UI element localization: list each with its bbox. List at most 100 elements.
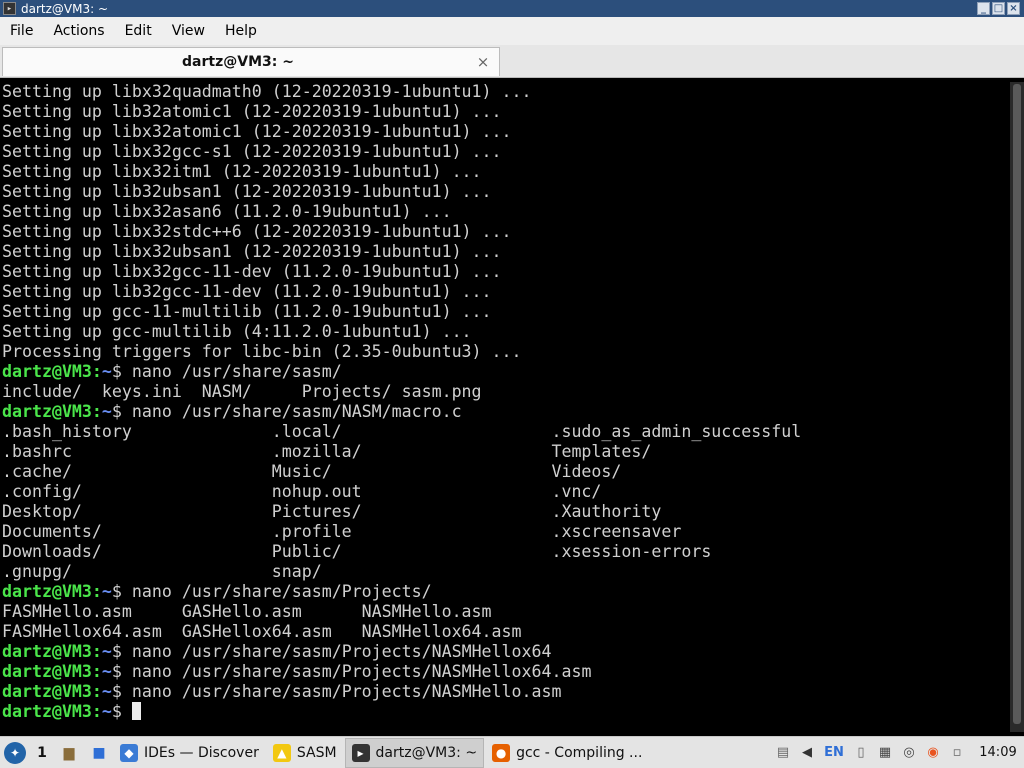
output-text: Documents/ .profile .xscreensaver: [2, 522, 682, 541]
terminal-output-line: Setting up libx32stdc++6 (12-20220319-1u…: [2, 222, 1010, 242]
output-text: FASMHello.asm GASHello.asm NASMHello.asm: [2, 602, 492, 621]
prompt-path: ~: [101, 402, 112, 421]
menu-edit[interactable]: Edit: [115, 23, 162, 39]
output-text: Setting up libx32atomic1 (12-20220319-1u…: [2, 122, 512, 141]
command-text: $ nano /usr/share/sasm/Projects/: [111, 582, 432, 601]
output-text: .config/ nohup.out .vnc/: [2, 482, 602, 501]
terminal-app-icon: ▸: [3, 2, 16, 15]
update-icon[interactable]: ◎: [900, 744, 918, 762]
output-text: .bash_history .local/ .sudo_as_admin_suc…: [2, 422, 802, 441]
output-text: include/ keys.ini NASM/ Projects/ sasm.p…: [2, 382, 482, 401]
task-sasm[interactable]: ▲ SASM: [267, 739, 343, 767]
terminal-output-line: .bashrc .mozilla/ Templates/: [2, 442, 1010, 462]
terminal-output-line: Setting up libx32ubsan1 (12-20220319-1ub…: [2, 242, 1010, 262]
terminal-icon: ▸: [351, 743, 370, 762]
show-desktop-icon[interactable]: ■: [88, 742, 110, 764]
output-text: .cache/ Music/ Videos/: [2, 462, 622, 481]
terminal-output-line: Documents/ .profile .xscreensaver: [2, 522, 1010, 542]
terminal-output-line: Setting up lib32ubsan1 (12-20220319-1ubu…: [2, 182, 1010, 202]
terminal-output-line: .gnupg/ snap/: [2, 562, 1010, 582]
menubar: File Actions Edit View Help: [0, 17, 1024, 45]
close-button[interactable]: ×: [1007, 2, 1020, 15]
terminal-prompt-line: dartz@VM3:~$ nano /usr/share/sasm/Projec…: [2, 682, 562, 701]
language-indicator[interactable]: EN: [822, 744, 846, 762]
terminal-output-line: Setting up libx32quadmath0 (12-20220319-…: [2, 82, 1010, 102]
tab-terminal[interactable]: dartz@VM3: ~ ×: [2, 47, 500, 76]
terminal-output-line: Desktop/ Pictures/ .Xauthority: [2, 502, 1010, 522]
prompt-user-host: dartz@VM3: [2, 682, 92, 701]
terminal-output-line: include/ keys.ini NASM/ Projects/ sasm.p…: [2, 382, 1010, 402]
command-text: $ nano /usr/share/sasm/Projects/NASMHell…: [111, 662, 592, 681]
output-text: Setting up lib32atomic1 (12-20220319-1ub…: [2, 102, 502, 121]
output-text: Processing triggers for libc-bin (2.35-0…: [2, 342, 522, 361]
terminal-output-line: .cache/ Music/ Videos/: [2, 462, 1010, 482]
terminal-prompt-line: dartz@VM3:~$: [2, 702, 1010, 722]
output-text: Desktop/ Pictures/ .Xauthority: [2, 502, 662, 521]
output-text: Setting up lib32ubsan1 (12-20220319-1ubu…: [2, 182, 492, 201]
menu-view[interactable]: View: [162, 23, 215, 39]
terminal-output-line: Setting up libx32gcc-11-dev (11.2.0-19ub…: [2, 262, 1010, 282]
menu-help[interactable]: Help: [215, 23, 267, 39]
terminal-output[interactable]: Setting up libx32quadmath0 (12-20220319-…: [0, 82, 1010, 732]
notes-icon[interactable]: ▯: [852, 744, 870, 762]
terminal-output-line: Processing triggers for libc-bin (2.35-0…: [2, 342, 1010, 362]
prompt-path: ~: [101, 702, 112, 721]
prompt-user-host: dartz@VM3: [2, 662, 92, 681]
tab-label: dartz@VM3: ~: [182, 54, 294, 70]
file-manager-icon[interactable]: ▆: [58, 742, 80, 764]
command-text: $ nano /usr/share/sasm/Projects/NASMHell…: [111, 642, 552, 661]
output-text: .gnupg/ snap/: [2, 562, 322, 581]
terminal-output-line: Setting up libx32gcc-s1 (12-20220319-1ub…: [2, 142, 1010, 162]
maximize-button[interactable]: □: [992, 2, 1005, 15]
terminal-output-line: Setting up libx32asan6 (11.2.0-19ubuntu1…: [2, 202, 1010, 222]
task-firefox[interactable]: ● gcc - Compiling ...: [486, 739, 648, 767]
output-text: FASMHellox64.asm GASHellox64.asm NASMHel…: [2, 622, 522, 641]
clipboard-icon[interactable]: ▤: [774, 744, 792, 762]
output-text: Setting up gcc-11-multilib (11.2.0-19ubu…: [2, 302, 492, 321]
network-icon[interactable]: ▦: [876, 744, 894, 762]
discover-icon: ◆: [120, 743, 138, 762]
terminal-prompt-line: dartz@VM3:~$ nano /usr/share/sasm/NASM/m…: [2, 402, 462, 421]
prompt-path: ~: [101, 662, 112, 681]
window-titlebar[interactable]: ▸ dartz@VM3: ~ _ □ ×: [0, 0, 1024, 17]
task-terminal[interactable]: ▸ dartz@VM3: ~: [344, 737, 485, 768]
terminal-output-line: Setting up gcc-multilib (4:11.2.0-1ubunt…: [2, 322, 1010, 342]
task-discover[interactable]: ◆ IDEs — Discover: [114, 739, 265, 767]
tab-bar: dartz@VM3: ~ ×: [0, 45, 1024, 78]
taskbar: ✦ 1 ▆ ■ ◆ IDEs — Discover ▲ SASM ▸ dartz@VM3:…: [0, 736, 1024, 768]
prompt-user-host: dartz@VM3: [2, 402, 92, 421]
ubuntu-icon[interactable]: ◉: [924, 744, 942, 762]
output-text: Setting up libx32itm1 (12-20220319-1ubun…: [2, 162, 482, 181]
volume-icon[interactable]: ◀: [798, 744, 816, 762]
notifications-icon[interactable]: ▫: [948, 744, 966, 762]
prompt-path: ~: [101, 682, 112, 701]
prompt-user-host: dartz@VM3: [2, 582, 92, 601]
terminal-scrollbar[interactable]: [1010, 82, 1024, 732]
prompt-user-host: dartz@VM3: [2, 702, 92, 721]
terminal-output-line: Setting up libx32itm1 (12-20220319-1ubun…: [2, 162, 1010, 182]
output-text: Setting up libx32gcc-s1 (12-20220319-1ub…: [2, 142, 502, 161]
tab-close-icon[interactable]: ×: [473, 53, 493, 71]
task-label: SASM: [296, 744, 337, 761]
window-title: dartz@VM3: ~: [21, 1, 109, 16]
prompt-path: ~: [101, 362, 112, 381]
terminal-output-line: .bash_history .local/ .sudo_as_admin_suc…: [2, 422, 1010, 442]
command-text: $ nano /usr/share/sasm/NASM/macro.c: [111, 402, 462, 421]
sasm-icon: ▲: [272, 743, 291, 762]
desktop-switcher[interactable]: 1: [34, 742, 50, 764]
system-tray: ▤ ◀ EN ▯ ▦ ◎ ◉ ▫ 14:09: [774, 744, 1018, 762]
scrollbar-thumb[interactable]: [1013, 84, 1021, 724]
terminal-prompt-line: dartz@VM3:~$ nano /usr/share/sasm/: [2, 362, 342, 381]
start-menu-icon[interactable]: ✦: [4, 741, 26, 764]
menu-actions[interactable]: Actions: [43, 23, 114, 39]
terminal-cursor: [131, 702, 141, 720]
output-text: .bashrc .mozilla/ Templates/: [2, 442, 652, 461]
clock[interactable]: 14:09: [978, 744, 1018, 762]
output-text: Setting up libx32gcc-11-dev (11.2.0-19ub…: [2, 262, 502, 281]
output-text: Downloads/ Public/ .xsession-errors: [2, 542, 712, 561]
minimize-button[interactable]: _: [977, 2, 990, 15]
terminal-output-line: Downloads/ Public/ .xsession-errors: [2, 542, 1010, 562]
command-text: $: [111, 702, 132, 721]
menu-file[interactable]: File: [0, 23, 43, 39]
terminal-output-line: Setting up lib32gcc-11-dev (11.2.0-19ubu…: [2, 282, 1010, 302]
